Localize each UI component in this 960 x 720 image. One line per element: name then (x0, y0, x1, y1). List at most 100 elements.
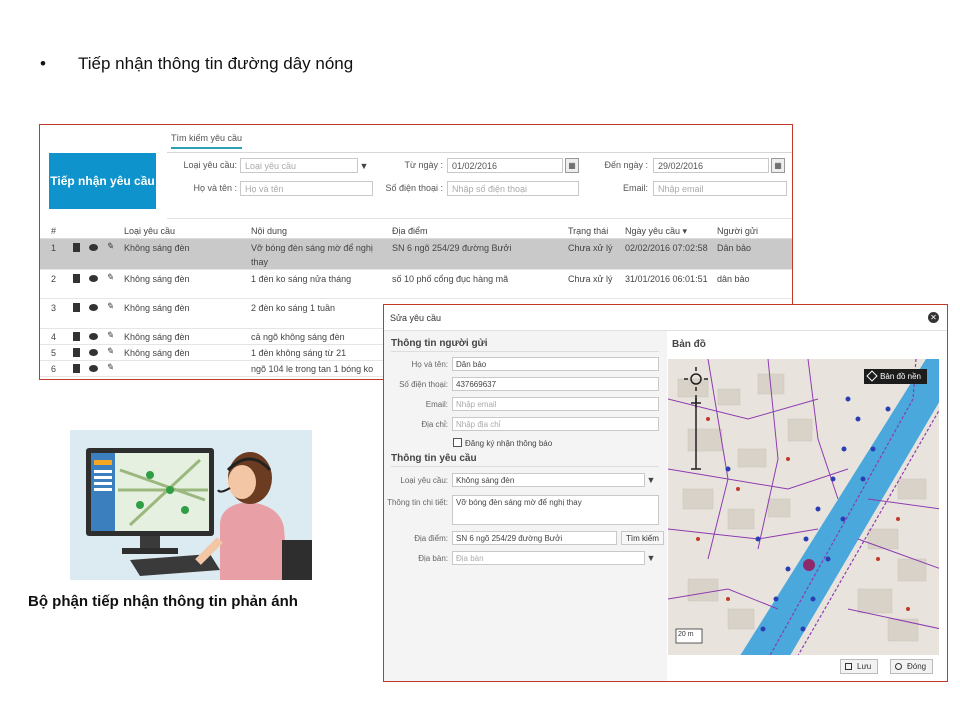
calendar-icon[interactable]: ▦ (565, 158, 579, 173)
map-panel: Bản đồ Bản đồ nền 20 m (668, 331, 947, 655)
comment-icon[interactable] (89, 275, 98, 282)
circle-close-icon (895, 663, 902, 670)
comment-icon[interactable] (89, 349, 98, 356)
row-num: 3 (51, 303, 57, 313)
chevron-down-icon[interactable]: ▼ (644, 551, 658, 565)
name-label: Họ và tên: (411, 360, 448, 369)
comment-icon[interactable] (89, 244, 98, 251)
document-icon[interactable] (73, 243, 80, 252)
row-place: số 10 phố cổng đục hàng mã (392, 274, 509, 284)
row-type: Không sáng đèn (124, 274, 190, 284)
row-status: Chưa xử lý (568, 243, 613, 253)
close-dialog-button[interactable]: Đóng (890, 659, 934, 674)
name-input[interactable]: Dân bảo (452, 357, 659, 371)
col-place[interactable]: Địa điểm (392, 226, 428, 236)
email-label: Email: (425, 400, 448, 409)
comment-icon[interactable] (89, 304, 98, 311)
divider (391, 351, 659, 352)
phone-input[interactable]: Nhập số điện thoại (447, 181, 579, 196)
row-sender: Dân bảo (717, 243, 752, 253)
name-label: Họ và tên : (193, 183, 237, 193)
wrench-icon[interactable]: ✎ (106, 362, 114, 373)
row-num: 4 (51, 332, 57, 342)
calendar-icon[interactable]: ▦ (771, 158, 785, 173)
detail-textarea[interactable]: Vỡ bóng đèn sáng mờ để nghị thay (452, 495, 659, 525)
divider (391, 466, 659, 467)
search-button[interactable]: Tìm kiếm (621, 531, 664, 545)
address-label: Địa chỉ: (421, 420, 448, 429)
type-label: Loại yêu cầu: (400, 476, 448, 485)
map-canvas[interactable]: Bản đồ nền 20 m (668, 359, 939, 655)
col-num: # (51, 226, 57, 236)
address-input[interactable]: Nhập địa chỉ (452, 417, 659, 431)
row-status: Chưa xử lý (568, 274, 613, 284)
document-icon[interactable] (73, 303, 80, 312)
heading: • Tiếp nhận thông tin đường dây nóng (40, 54, 353, 74)
row-content: 2 đèn ko sáng 1 tuần (251, 303, 336, 313)
comment-icon[interactable] (89, 333, 98, 340)
detail-label: Thông tin chi tiết: (387, 498, 448, 507)
to-date-label: Đến ngày : (604, 160, 648, 170)
request-type-label: Loại yêu cầu: (183, 160, 237, 170)
row-num: 1 (51, 243, 57, 253)
row-content: ngõ 104 le trong tan 1 bóng ko (251, 364, 374, 374)
to-date-input[interactable]: 29/02/2016 (653, 158, 769, 173)
type-select[interactable]: Không sáng đèn (452, 473, 645, 487)
selected-location-marker (803, 559, 815, 571)
from-date-input[interactable]: 01/02/2016 (447, 158, 563, 173)
document-icon[interactable] (73, 364, 80, 373)
table-row[interactable]: 1 ✎ Không sáng đèn Vỡ bóng đèn sáng mờ đ… (40, 239, 792, 270)
notify-checkbox[interactable] (453, 438, 462, 447)
col-content[interactable]: Nội dung (251, 226, 287, 236)
phone-label: Số điện thoại: (399, 380, 448, 389)
document-icon[interactable] (73, 274, 80, 283)
col-type[interactable]: Loại yêu cầu (124, 226, 175, 236)
tab-bar: Tìm kiếm yêu cầu (167, 129, 792, 153)
dialog-header: Sửa yêu cầu ✕ (384, 305, 947, 331)
row-num: 2 (51, 274, 57, 284)
wrench-icon[interactable]: ✎ (106, 330, 114, 341)
row-content: 1 đèn ko sáng nửa tháng (251, 274, 352, 284)
close-button-label: Đóng (907, 662, 927, 671)
row-num: 5 (51, 348, 57, 358)
tab-search-requests[interactable]: Tìm kiếm yêu cầu (171, 133, 243, 149)
receive-request-button[interactable]: Tiếp nhận yêu cầu (49, 153, 156, 209)
phone-input[interactable]: 437669637 (452, 377, 659, 391)
col-status[interactable]: Trạng thái (568, 226, 608, 236)
chevron-down-icon[interactable]: ▼ (357, 158, 371, 173)
street-map[interactable] (668, 359, 939, 655)
basemap-button[interactable]: Bản đồ nền (864, 369, 927, 384)
close-icon[interactable]: ✕ (928, 312, 939, 323)
filter-form: Loại yêu cầu: Loại yêu cầu ▼ Từ ngày : 0… (167, 153, 792, 219)
name-input[interactable]: Họ và tên (240, 181, 373, 196)
row-content-line2: thay (251, 257, 269, 267)
heading-text: Tiếp nhận thông tin đường dây nóng (78, 54, 354, 73)
map-title: Bản đồ (672, 339, 706, 350)
email-input[interactable]: Nhập email (653, 181, 787, 196)
place-input[interactable]: SN 6 ngõ 254/29 đường Bưởi (452, 531, 617, 545)
wrench-icon[interactable]: ✎ (106, 301, 114, 312)
wrench-icon[interactable]: ✎ (106, 241, 114, 252)
chevron-down-icon[interactable]: ▼ (644, 473, 658, 487)
row-place: SN 6 ngõ 254/29 đường Bưởi (392, 243, 512, 253)
comment-icon[interactable] (89, 365, 98, 372)
area-select[interactable]: Địa bàn (452, 551, 645, 565)
request-section-title: Thông tin yêu cầu (391, 453, 477, 464)
wrench-icon[interactable]: ✎ (106, 272, 114, 283)
save-button[interactable]: Lưu (840, 659, 879, 674)
row-content: 1 đèn không sáng từ 21 (251, 348, 347, 358)
place-label: Địa điểm: (414, 534, 448, 543)
row-date: 31/01/2016 06:01:51 (625, 274, 708, 284)
wrench-icon[interactable]: ✎ (106, 346, 114, 357)
col-date[interactable]: Ngày yêu cầu ▾ (625, 226, 687, 237)
dialog-footer: Lưu Đóng (668, 655, 947, 681)
document-icon[interactable] (73, 332, 80, 341)
col-sender[interactable]: Người gửi (717, 226, 758, 236)
request-type-select[interactable]: Loại yêu cầu (240, 158, 358, 173)
table-row[interactable]: 2 ✎ Không sáng đèn 1 đèn ko sáng nửa thá… (40, 270, 792, 299)
request-form: Thông tin người gửi Họ và tên: Dân bảo S… (384, 331, 667, 681)
document-icon[interactable] (73, 348, 80, 357)
row-type: Không sáng đèn (124, 332, 190, 342)
email-input[interactable]: Nhập email (452, 397, 659, 411)
notify-checkbox-label: Đăng ký nhận thông báo (465, 439, 553, 448)
